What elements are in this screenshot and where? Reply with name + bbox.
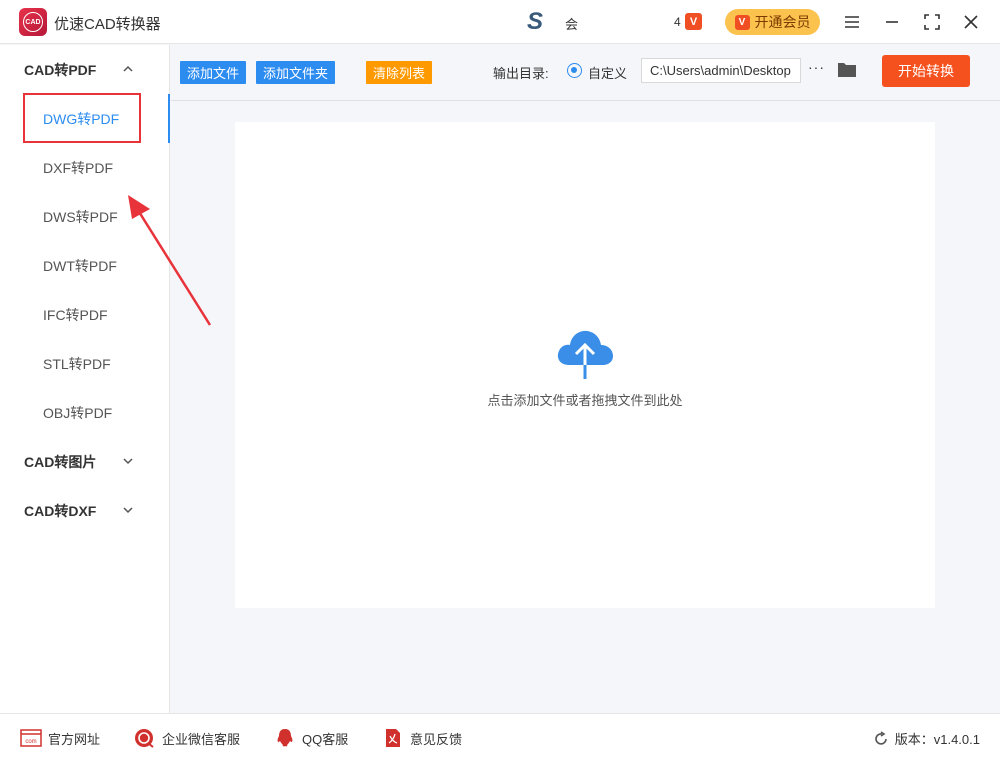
footer: com 官方网址 企业微信客服 QQ客服 意见反馈 版本：v1.4.0.1 xyxy=(0,713,1000,760)
app-logo-icon: CAD xyxy=(19,8,47,36)
folder-icon[interactable] xyxy=(837,61,857,78)
more-options-button[interactable]: ··· xyxy=(808,59,825,75)
wechat-support-link[interactable]: 企业微信客服 xyxy=(134,728,240,748)
clear-list-button[interactable]: 清除列表 xyxy=(366,61,433,84)
version-info: 版本：v1.4.0.1 xyxy=(873,729,980,748)
drop-hint-text: 点击添加文件或者拖拽文件到此处 xyxy=(487,393,683,408)
sidebar-item-label: DWG转PDF xyxy=(43,110,120,127)
sidebar: CAD转PDF DWG转PDF DXF转PDF DWS转PDF DWT转PDF … xyxy=(0,45,212,713)
feedback-pdf-icon xyxy=(382,728,404,748)
app-title: 优速CAD转换器 xyxy=(54,16,161,33)
vip-button-icon: V xyxy=(734,14,750,30)
maximize-icon[interactable] xyxy=(920,10,944,34)
close-icon[interactable] xyxy=(959,10,983,34)
website-label: 官方网址 xyxy=(48,731,101,747)
s-logo-icon: S xyxy=(527,8,544,35)
add-folder-button[interactable]: 添加文件夹 xyxy=(256,61,336,84)
refresh-icon[interactable] xyxy=(873,730,889,747)
sidebar-item-label: STL转PDF xyxy=(43,355,111,372)
vip-count: 4 xyxy=(674,15,681,29)
sidebar-item-label: OBJ转PDF xyxy=(43,404,113,421)
version-label: 版本：v1.4.0.1 xyxy=(894,732,980,747)
feedback-label: 意见反馈 xyxy=(410,731,463,747)
title-bar: CAD 优速CAD转换器 S 会 4 V V 开通会员 xyxy=(0,0,1000,44)
sidebar-item-obj-to-pdf[interactable]: OBJ转PDF xyxy=(0,388,169,437)
open-vip-label: 开通会员 xyxy=(754,14,811,30)
feedback-link[interactable]: 意见反馈 xyxy=(382,728,462,748)
sidebar-group-cad-to-dxf[interactable]: CAD转DXF xyxy=(0,486,169,535)
sidebar-group-label: CAD转DXF xyxy=(24,502,97,519)
chevron-up-icon xyxy=(123,65,133,72)
sidebar-item-label: DWT转PDF xyxy=(43,257,117,274)
add-file-button[interactable]: 添加文件 xyxy=(180,61,247,84)
website-link[interactable]: com 官方网址 xyxy=(20,728,100,748)
sidebar-item-label: IFC转PDF xyxy=(43,306,108,323)
open-vip-button[interactable]: V 开通会员 xyxy=(725,9,820,35)
s-logo-text: 会 xyxy=(565,17,579,32)
qq-support-link[interactable]: QQ客服 xyxy=(274,728,348,748)
sidebar-item-ifc-to-pdf[interactable]: IFC转PDF xyxy=(0,290,169,339)
website-icon: com xyxy=(20,728,42,748)
sidebar-item-stl-to-pdf[interactable]: STL转PDF xyxy=(0,339,169,388)
qq-label: QQ客服 xyxy=(302,731,349,747)
sidebar-item-dws-to-pdf[interactable]: DWS转PDF xyxy=(0,192,169,241)
vip-icon[interactable]: V xyxy=(685,13,702,30)
sidebar-group-label: CAD转PDF xyxy=(24,61,97,78)
start-convert-button[interactable]: 开始转换 xyxy=(882,55,970,87)
sidebar-item-dwg-to-pdf[interactable]: DWG转PDF xyxy=(0,94,170,143)
sidebar-group-cad-to-image[interactable]: CAD转图片 xyxy=(0,437,169,486)
sidebar-group-label: CAD转图片 xyxy=(24,453,97,470)
cloud-upload-icon xyxy=(557,330,613,379)
chevron-down-icon xyxy=(123,458,133,465)
toolbar: 添加文件 添加文件夹 清除列表 输出目录: 自定义 ··· 开始转换 xyxy=(171,45,1000,101)
custom-radio-label[interactable]: 自定义 xyxy=(588,63,627,82)
svg-text:com: com xyxy=(25,739,36,745)
output-dir-label: 输出目录: xyxy=(493,66,549,81)
sidebar-item-label: DWS转PDF xyxy=(43,208,118,225)
custom-radio[interactable] xyxy=(567,63,582,78)
chevron-down-icon xyxy=(123,507,133,514)
menu-icon[interactable] xyxy=(840,10,864,34)
file-drop-zone[interactable]: 点击添加文件或者拖拽文件到此处 xyxy=(235,122,935,608)
sidebar-item-dwt-to-pdf[interactable]: DWT转PDF xyxy=(0,241,169,290)
minimize-icon[interactable] xyxy=(880,10,904,34)
wechat-label: 企业微信客服 xyxy=(162,731,241,747)
output-path-input[interactable] xyxy=(641,58,801,83)
sidebar-item-dxf-to-pdf[interactable]: DXF转PDF xyxy=(0,143,169,192)
wechat-icon xyxy=(134,728,156,748)
sidebar-group-cad-to-pdf[interactable]: CAD转PDF xyxy=(0,45,169,94)
qq-icon xyxy=(274,728,296,748)
sidebar-item-label: DXF转PDF xyxy=(43,159,113,176)
